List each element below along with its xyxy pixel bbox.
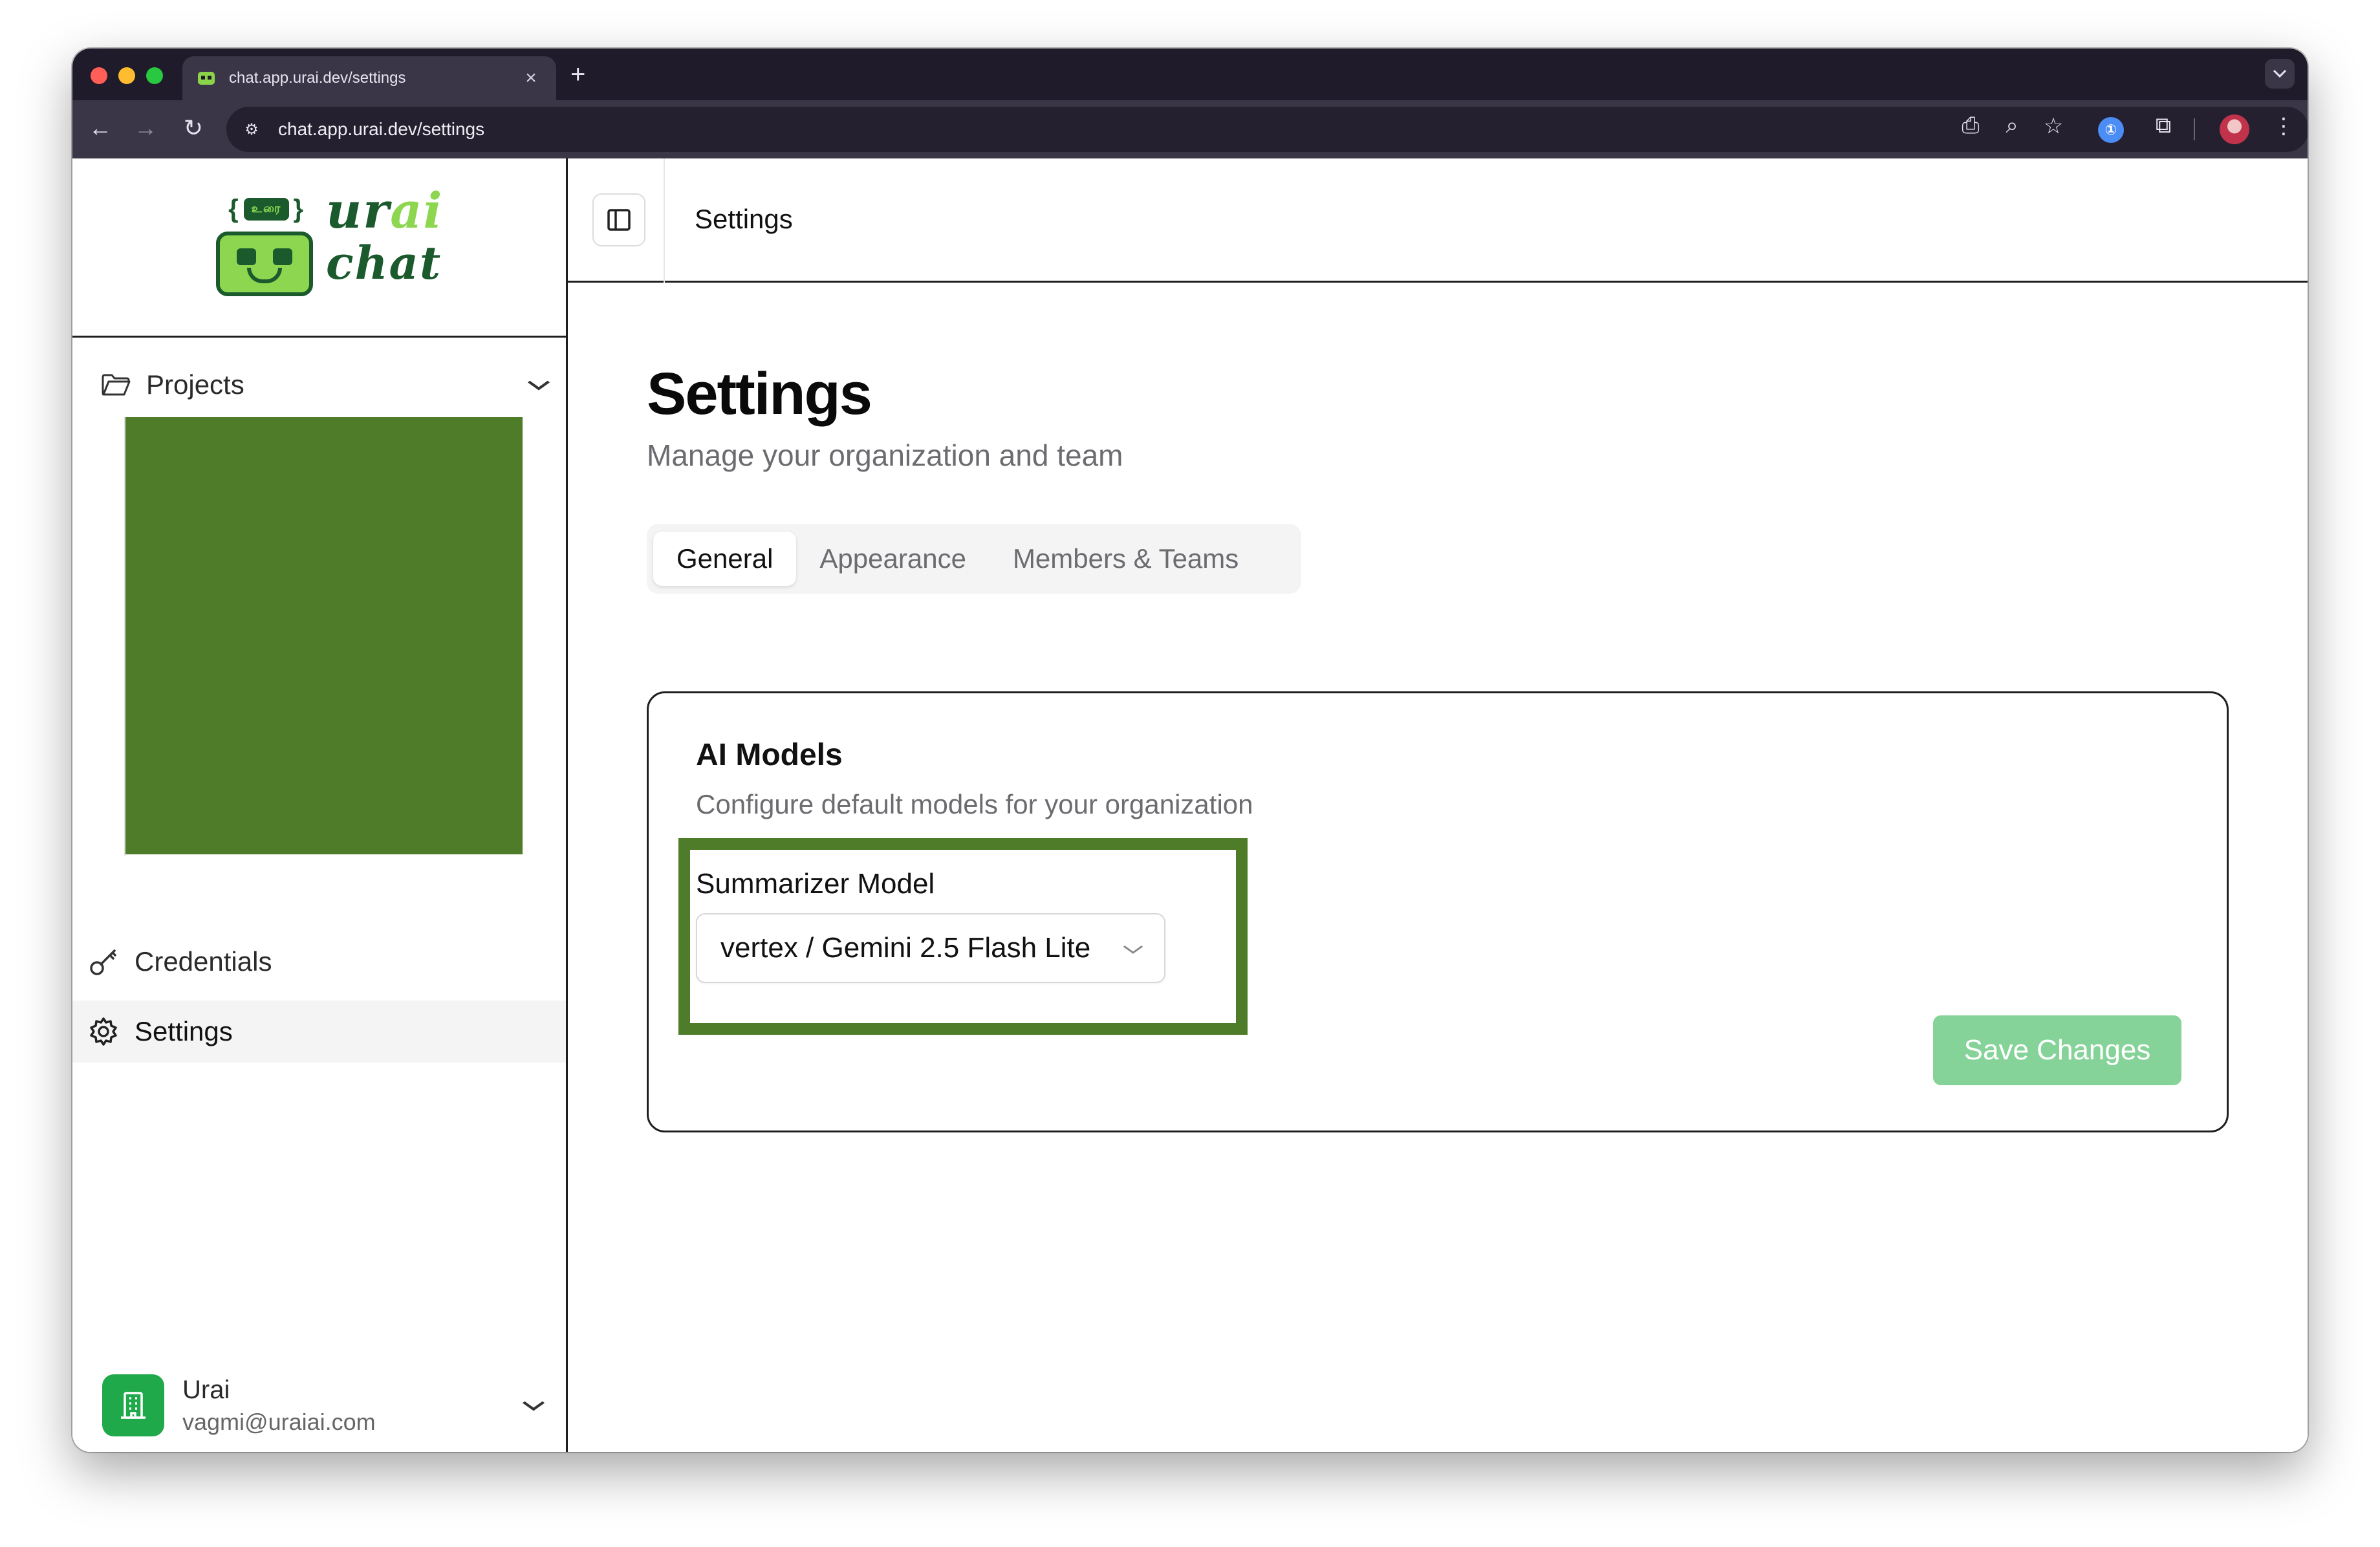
tab-general[interactable]: General bbox=[653, 532, 797, 586]
card-description: Configure default models for your organi… bbox=[696, 789, 1253, 819]
star-icon[interactable]: ☆ bbox=[2037, 113, 2070, 139]
url-text: chat.app.urai.dev/settings bbox=[278, 119, 485, 139]
app: {உரை} urai chat Projects Credentials Set… bbox=[72, 158, 2308, 1452]
main-header: Settings bbox=[568, 158, 2308, 283]
site-info-icon[interactable]: ⚙ bbox=[241, 118, 263, 140]
header-title: Settings bbox=[695, 204, 793, 234]
key-icon bbox=[88, 946, 119, 977]
tab-members-teams[interactable]: Members & Teams bbox=[990, 532, 1262, 586]
building-icon bbox=[102, 1374, 164, 1436]
sidebar-item-label: Credentials bbox=[135, 946, 272, 977]
browser-toolbar: ← → ↻ ⚙ chat.app.urai.dev/settings ⎙ ⌕ ☆… bbox=[72, 100, 2308, 158]
minimize-window-button[interactable] bbox=[118, 67, 135, 84]
summarizer-model-label: Summarizer Model bbox=[696, 868, 935, 900]
logo-wordmark-chat: chat bbox=[326, 236, 442, 290]
reload-icon[interactable]: ↻ bbox=[178, 114, 208, 142]
projects-list bbox=[124, 417, 523, 856]
projects-label: Projects bbox=[146, 369, 244, 400]
select-value: vertex / Gemini 2.5 Flash Lite bbox=[720, 932, 1091, 964]
user-info: Urai vagmi@uraiai.com bbox=[182, 1376, 525, 1436]
user-email: vagmi@uraiai.com bbox=[182, 1408, 376, 1435]
profile-avatar[interactable] bbox=[2220, 114, 2249, 144]
sidebar-toggle-icon bbox=[607, 209, 631, 231]
settings-tabs: General Appearance Members & Teams bbox=[647, 524, 1301, 594]
forward-icon[interactable]: → bbox=[131, 114, 160, 142]
user-menu[interactable]: Urai vagmi@uraiai.com bbox=[102, 1373, 548, 1438]
toggle-sidebar-button[interactable] bbox=[592, 193, 645, 246]
close-window-button[interactable] bbox=[91, 67, 107, 84]
logo[interactable]: {உரை} urai chat bbox=[72, 158, 566, 338]
robot-icon bbox=[216, 232, 313, 296]
new-tab-button[interactable]: + bbox=[570, 60, 585, 89]
redacted-projects bbox=[125, 417, 523, 854]
summarizer-model-select[interactable]: vertex / Gemini 2.5 Flash Lite bbox=[696, 913, 1165, 983]
chevron-down-icon bbox=[527, 374, 550, 396]
toolbar-divider bbox=[2194, 118, 2195, 140]
sidebar: {உரை} urai chat Projects Credentials Set… bbox=[72, 158, 568, 1452]
browser-tab[interactable]: chat.app.urai.dev/settings × bbox=[182, 56, 556, 100]
tab-close-icon[interactable]: × bbox=[521, 67, 541, 89]
ai-models-card: AI Models Configure default models for y… bbox=[647, 691, 2229, 1132]
tab-bar: chat.app.urai.dev/settings × + bbox=[72, 49, 2308, 100]
menu-icon[interactable]: ⋮ bbox=[2267, 113, 2300, 139]
logo-wordmark-urai: urai bbox=[326, 182, 444, 239]
browser-window: chat.app.urai.dev/settings × + ← → ↻ ⚙ c… bbox=[72, 49, 2308, 1452]
chevron-down-icon bbox=[1122, 938, 1144, 958]
zoom-icon[interactable]: ⌕ bbox=[1996, 113, 2028, 138]
password-manager-icon[interactable]: ① bbox=[2098, 117, 2124, 143]
sidebar-item-label: Settings bbox=[135, 1016, 233, 1046]
tab-title: chat.app.urai.dev/settings bbox=[229, 69, 406, 87]
main-content: Settings Settings Manage your organizati… bbox=[568, 158, 2308, 1452]
sidebar-item-settings[interactable]: Settings bbox=[72, 1001, 566, 1063]
logo-bubble-text: உரை bbox=[243, 197, 290, 221]
save-changes-button[interactable]: Save Changes bbox=[1933, 1015, 2181, 1085]
maximize-window-button[interactable] bbox=[146, 67, 163, 84]
sidebar-item-credentials[interactable]: Credentials bbox=[72, 931, 566, 993]
tab-search-button[interactable] bbox=[2265, 59, 2295, 89]
favicon-icon bbox=[198, 72, 215, 85]
cast-icon[interactable]: ⎙ bbox=[1954, 113, 1987, 138]
extensions-icon[interactable]: ⧉ bbox=[2147, 113, 2180, 138]
tab-appearance[interactable]: Appearance bbox=[796, 532, 990, 586]
folder-icon bbox=[101, 373, 131, 396]
chevron-down-icon bbox=[2273, 69, 2287, 78]
user-name: Urai bbox=[182, 1375, 230, 1404]
gear-icon bbox=[88, 1016, 119, 1047]
projects-toggle[interactable]: Projects bbox=[101, 365, 554, 404]
header-divider bbox=[664, 158, 665, 283]
back-icon[interactable]: ← bbox=[85, 114, 115, 142]
page-subtitle: Manage your organization and team bbox=[647, 438, 1123, 472]
page-title: Settings bbox=[647, 361, 872, 427]
logo-bubble: {உரை} bbox=[228, 194, 305, 223]
chevron-down-icon bbox=[522, 1394, 545, 1416]
card-title: AI Models bbox=[696, 738, 843, 772]
